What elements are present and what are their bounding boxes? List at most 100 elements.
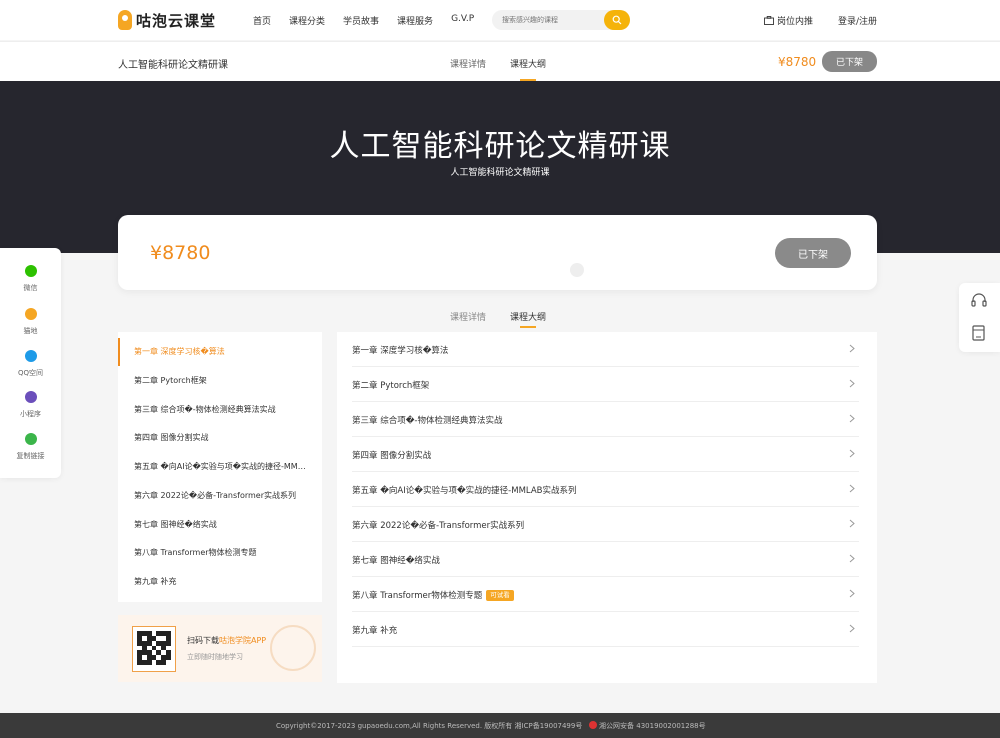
headset-icon[interactable] (971, 293, 987, 307)
chevron-right-icon (849, 554, 855, 563)
chapter-title: 第七章 图神经�络实战 (352, 556, 440, 566)
chevron-right-icon (849, 484, 855, 493)
nav-student-stories[interactable]: 学员故事 (343, 14, 379, 27)
link-icon (24, 433, 37, 445)
right-float-tools (959, 283, 1000, 352)
share-mini-program[interactable]: 小程序 (0, 391, 61, 419)
chapter-nav-item[interactable]: 第七章 图神经�络实战 (118, 511, 322, 539)
cat-icon (24, 308, 37, 320)
app-download-box: 扫码下载咕泡学院APP 立即随时随地学习 (118, 615, 322, 682)
app-download-subtitle: 立即随时随地学习 (187, 653, 243, 661)
tab-course-details[interactable]: 课程详情 (450, 57, 486, 70)
top-nav: 咕泡云课堂 首页 课程分类 学员故事 课程服务 G.V.P 岗位内推 登录/注册 (0, 0, 1000, 40)
price-card: ¥8780 已下架 (118, 215, 877, 290)
nav-home[interactable]: 首页 (253, 14, 271, 27)
search-input[interactable] (502, 13, 602, 27)
chapter-title: 第五章 �向AI论�实验与项�实战的捷径-MMLAB实战系列 (352, 486, 577, 496)
chapter-row[interactable]: 第四章 图像分割实战 (352, 437, 859, 472)
chevron-right-icon (849, 379, 855, 388)
main-nav: 首页 课程分类 学员故事 课程服务 G.V.P (253, 14, 492, 27)
course-bar-delisted-button[interactable]: 已下架 (822, 51, 877, 72)
share-label: 猫地 (23, 327, 38, 335)
chapter-row[interactable]: 第七章 图神经�络实战 (352, 542, 859, 577)
tab-course-outline-main[interactable]: 课程大纲 (510, 310, 546, 328)
share-label: QQ空间 (17, 369, 44, 377)
share-copy-link[interactable]: 复制链接 (0, 433, 61, 461)
chapter-row[interactable]: 第九章 补充 (352, 612, 859, 647)
tab-course-details-main[interactable]: 课程详情 (450, 310, 486, 323)
chevron-right-icon (849, 344, 855, 353)
course-price: ¥8780 (150, 242, 211, 264)
share-wechat[interactable]: 微信 (0, 265, 61, 293)
chapter-nav-item[interactable]: 第八章 Transformer物体检测专题 (118, 539, 322, 567)
chapter-nav: 第一章 深度学习核�算法 第二章 Pytorch框架 第三章 综合项�-物体检测… (118, 332, 322, 602)
chapter-nav-item[interactable]: 第六章 2022论�必备-Transformer实战系列 (118, 482, 322, 510)
share-cat[interactable]: 猫地 (0, 308, 61, 336)
share-rail: 微信 猫地 QQ空间 小程序 复制链接 (0, 248, 61, 478)
job-referral-label: 岗位内推 (777, 17, 814, 27)
login-register-link[interactable]: 登录/注册 (838, 14, 877, 27)
trial-badge: 可试看 (486, 590, 514, 601)
chevron-right-icon (849, 589, 855, 598)
chevron-right-icon (849, 624, 855, 633)
share-label: 复制链接 (16, 452, 45, 460)
chevron-right-icon (849, 519, 855, 528)
tab-course-outline[interactable]: 课程大纲 (510, 57, 546, 81)
footer-text: Copyright©2017-2023 gupaoedu.com,All Rig… (276, 721, 706, 731)
chapter-title: 第九章 补充 (352, 626, 398, 636)
logo-text: 咕泡云课堂 (136, 11, 217, 30)
search-box (492, 10, 630, 30)
nav-course-services[interactable]: 课程服务 (397, 14, 433, 27)
share-qq-zone[interactable]: QQ空间 (0, 350, 61, 378)
chapter-title-with-badge: 第八章 Transformer物体检测专题 可试看 (352, 589, 514, 601)
chapter-nav-item[interactable]: 第四章 图像分割实战 (118, 424, 322, 452)
chapter-title: 第四章 图像分割实战 (352, 451, 432, 461)
wechat-icon (24, 265, 37, 277)
share-label: 微信 (23, 284, 38, 292)
chapter-title: 第三章 综合项�-物体检测经典算法实战 (352, 416, 503, 426)
chapter-row[interactable]: 第二章 Pytorch框架 (352, 367, 859, 402)
chapter-title: 第二章 Pytorch框架 (352, 381, 430, 391)
hero-subtitle: 人工智能科研论文精研课 (450, 168, 550, 178)
course-sticky-bar: 人工智能科研论文精研课 课程详情 课程大纲 ¥8780 已下架 (0, 41, 1000, 81)
course-bar-title: 人工智能科研论文精研课 (118, 60, 228, 71)
police-emblem-icon (589, 721, 598, 729)
briefcase-icon (764, 16, 774, 25)
course-bar-price: ¥8780 (778, 55, 817, 69)
job-referral-link[interactable]: 岗位内推 (764, 14, 813, 27)
footer-police-record[interactable]: 湘公网安备 43019002001288号 (599, 722, 706, 730)
chapter-row[interactable]: 第六章 2022论�必备-Transformer实战系列 (352, 507, 859, 542)
logo[interactable]: 咕泡云课堂 (118, 9, 216, 31)
chapter-nav-item[interactable]: 第五章 �向AI论�实验与项�实战的捷径-MMLAB实战系列 (118, 453, 322, 481)
decorative-ring (270, 625, 316, 671)
share-label: 小程序 (20, 410, 41, 418)
nav-gvp[interactable]: G.V.P (451, 14, 474, 27)
chapter-nav-item[interactable]: 第一章 深度学习核�算法 (118, 338, 322, 366)
chapter-row[interactable]: 第八章 Transformer物体检测专题 可试看 (352, 577, 859, 612)
chapter-row[interactable]: 第三章 综合项�-物体检测经典算法实战 (352, 402, 859, 437)
decorative-dot (570, 263, 584, 277)
qr-code (132, 626, 176, 672)
footer: Copyright©2017-2023 gupaoedu.com,All Rig… (0, 713, 1000, 738)
footer-copyright: Copyright©2017-2023 gupaoedu.com,All Rig… (276, 722, 583, 730)
app-download-title: 扫码下载咕泡学院APP (187, 636, 267, 645)
mini-program-icon (24, 391, 37, 403)
chapter-title: 第一章 深度学习核�算法 (352, 346, 449, 356)
search-icon (612, 15, 622, 25)
chevron-right-icon (849, 414, 855, 423)
chapter-nav-item[interactable]: 第二章 Pytorch框架 (118, 367, 322, 395)
nav-course-categories[interactable]: 课程分类 (289, 14, 325, 27)
chapter-nav-item[interactable]: 第三章 综合项�-物体检测经典算法实战 (118, 396, 322, 424)
chapter-row[interactable]: 第一章 深度学习核�算法 (352, 332, 859, 367)
document-icon[interactable] (972, 325, 985, 341)
chapter-list: 第一章 深度学习核�算法 第二章 Pytorch框架 第三章 综合项�-物体检测… (337, 332, 877, 683)
chapter-nav-item[interactable]: 第九章 补充 (118, 568, 322, 596)
chevron-right-icon (849, 449, 855, 458)
chapter-row[interactable]: 第五章 �向AI论�实验与项�实战的捷径-MMLAB实战系列 (352, 472, 859, 507)
qq-icon (24, 350, 37, 362)
hero-title: 人工智能科研论文精研课 (329, 129, 671, 164)
chapter-title: 第六章 2022论�必备-Transformer实战系列 (352, 521, 525, 531)
lightbulb-logo-icon (118, 10, 132, 30)
delisted-button[interactable]: 已下架 (775, 238, 851, 268)
search-button[interactable] (604, 10, 630, 30)
